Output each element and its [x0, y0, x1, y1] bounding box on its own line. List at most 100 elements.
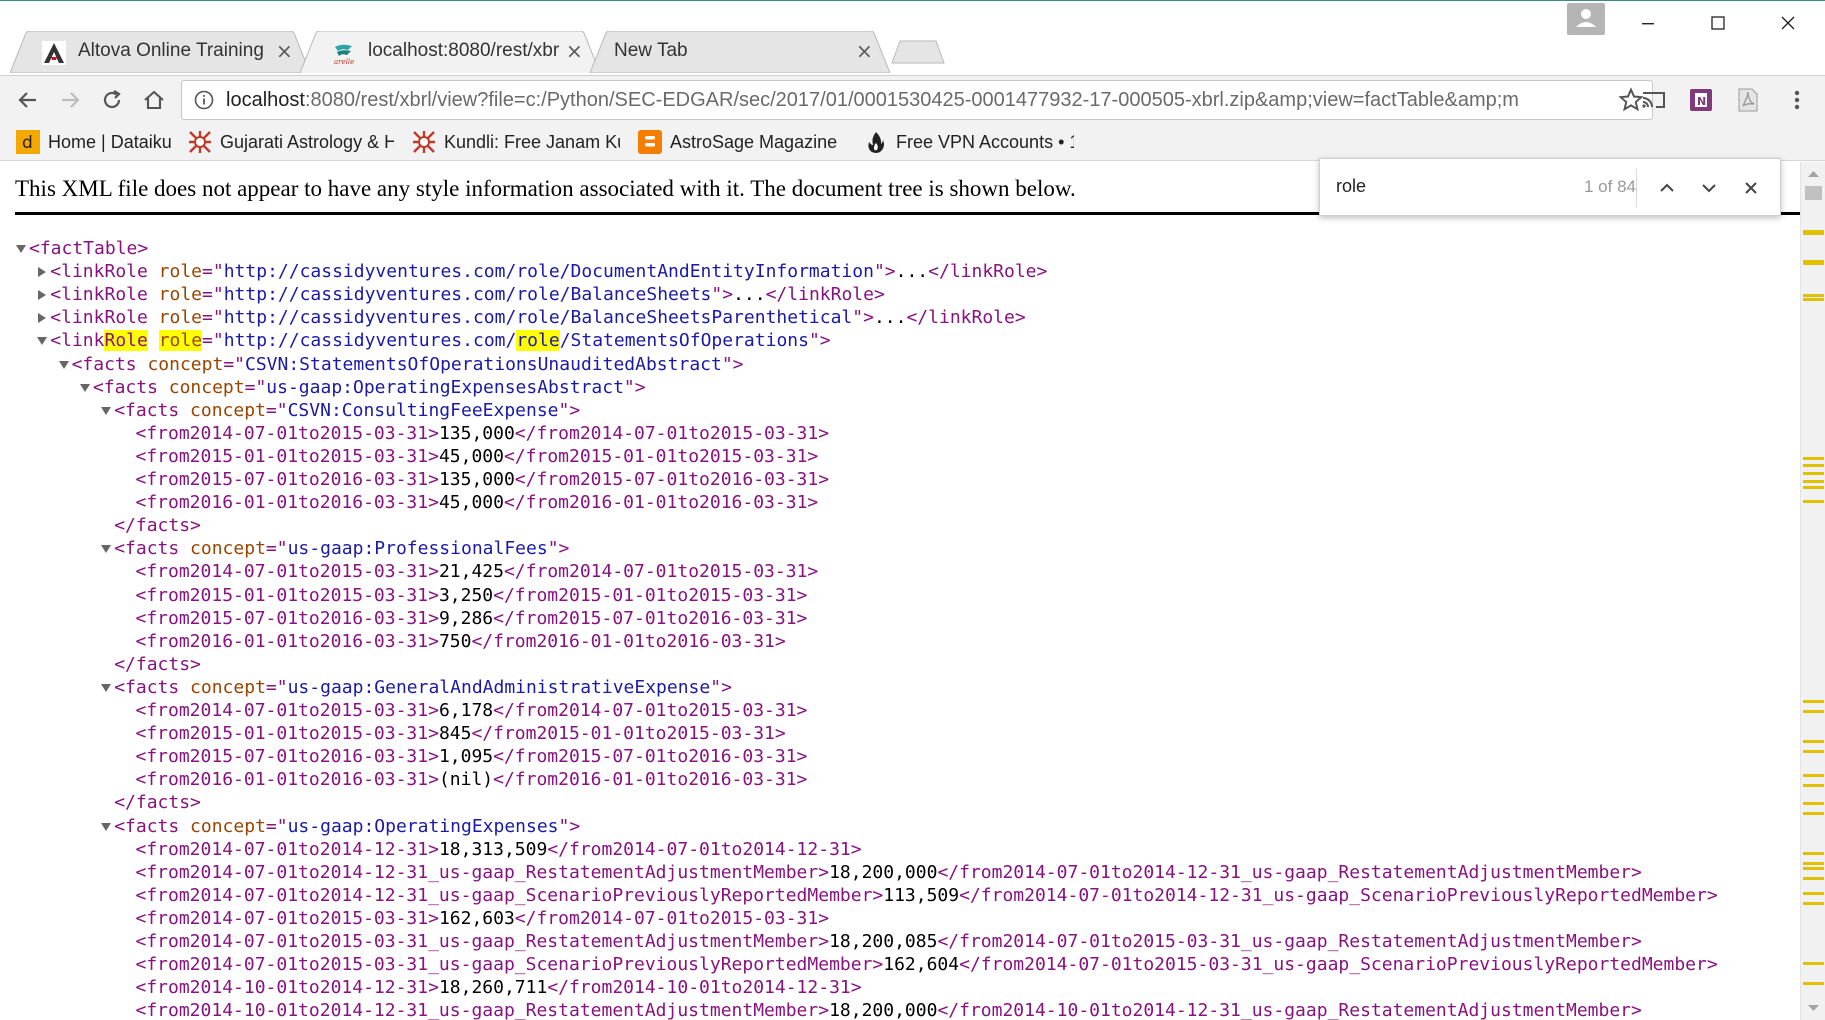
reload-button[interactable] — [96, 84, 128, 116]
new-tab-button[interactable] — [890, 39, 946, 65]
tag: "> — [711, 284, 734, 306]
find-close-button[interactable] — [1736, 173, 1766, 203]
vertical-scrollbar[interactable] — [1800, 162, 1825, 1020]
find-bar: role 1 of 84 — [1319, 158, 1781, 216]
find-result-marker — [1803, 862, 1824, 865]
tag: </from2014-07-01to2015-03-31> — [514, 422, 830, 444]
attr-value: CSVN:StatementsOfOperationsUnauditedAbst… — [245, 353, 722, 375]
find-result-marker — [1803, 262, 1824, 265]
minimize-button[interactable] — [1620, 5, 1676, 41]
attr-value: us-gaap:GeneralAndAdministrativeExpense — [287, 676, 711, 698]
tag: <from2016-01-01to2016-03-31> — [135, 630, 439, 652]
find-divider — [1636, 169, 1637, 207]
find-result-marker — [1803, 472, 1824, 475]
tab-localhost-active[interactable]: arelle localhost:8080/rest/xbrl/v × — [300, 31, 600, 73]
close-icon[interactable]: × — [856, 40, 873, 62]
tag: </from2014-07-01to2015-03-31_us-gaap_Res… — [937, 931, 1642, 952]
url-text[interactable]: localhost:8080/rest/xbrl/view?file=c:/Py… — [226, 89, 1591, 112]
tag: </from2014-10-01to2014-12-31_us-gaap_Res… — [937, 1000, 1642, 1020]
fact-value: 113,509 — [883, 884, 960, 906]
tag: =" — [202, 284, 224, 306]
close-icon[interactable]: × — [566, 40, 583, 62]
tag: </from2015-07-01to2016-03-31> — [514, 469, 830, 490]
find-result-marker — [1803, 812, 1824, 815]
expand-triangle-icon[interactable] — [35, 288, 49, 302]
reload-icon — [103, 90, 121, 109]
close-icon[interactable]: × — [276, 40, 293, 62]
tag: </from2015-01-01to2015-03-31> — [471, 723, 786, 745]
fact-value: 9,286 — [438, 607, 494, 629]
ellipsis: ... — [873, 307, 907, 329]
fact-value: 21,425 — [438, 561, 504, 583]
address-bar[interactable]: localhost:8080/rest/xbrl/view?file=c:/Py… — [181, 80, 1653, 120]
attr-value: http://cassidyventures.com/role/Document… — [223, 261, 874, 283]
collapse-triangle-icon[interactable] — [14, 242, 28, 256]
tag: </facts> — [114, 515, 201, 537]
tag: </from2016-01-01to2016-03-31> — [471, 630, 786, 652]
tag: =" — [202, 330, 224, 352]
tag: =" — [265, 815, 288, 837]
tag: </facts> — [114, 653, 201, 675]
scrollbar-thumb[interactable] — [1805, 186, 1822, 200]
maximize-button[interactable] — [1690, 5, 1746, 41]
attr-name: role — [158, 307, 203, 329]
tag: "> — [547, 538, 570, 560]
attr-value: CSVN:ConsultingFeeExpense — [287, 399, 559, 421]
bookmark-astrosage[interactable]: AstroSage Magazine: — [638, 127, 838, 157]
attr-value: us-gaap:OperatingExpensesAbstract — [266, 376, 624, 398]
tag: </from2016-01-01to2016-03-31> — [503, 492, 819, 514]
tag: <facts — [71, 353, 148, 375]
tag: =" — [265, 538, 288, 560]
menu-button[interactable] — [1780, 83, 1814, 117]
find-result-marker — [1803, 962, 1824, 965]
tag: </linkRole> — [906, 307, 1026, 329]
attr-value: /StatementsOfOperations — [559, 330, 809, 352]
collapse-triangle-icon[interactable] — [99, 681, 113, 695]
back-button[interactable] — [12, 84, 44, 116]
profile-button[interactable] — [1567, 3, 1605, 35]
collapse-triangle-icon[interactable] — [57, 358, 71, 372]
tag: <facts — [92, 376, 169, 398]
pdf-extension-button[interactable] — [1731, 83, 1765, 117]
collapse-triangle-icon[interactable] — [78, 381, 92, 395]
scroll-down-arrow-icon[interactable] — [1801, 998, 1825, 1018]
bookmark-kundli[interactable]: Kundli: Free Janam Ku — [412, 127, 620, 157]
collapse-triangle-icon[interactable] — [99, 404, 113, 418]
bookmark-free-vpn[interactable]: Free VPN Accounts • 1 — [864, 127, 1074, 157]
expand-triangle-icon[interactable] — [35, 265, 49, 279]
find-next-button[interactable] — [1694, 173, 1724, 203]
collapse-triangle-icon[interactable] — [99, 820, 113, 834]
tab-altova[interactable]: Altova Online Training ar × — [10, 31, 310, 73]
tag: <facts — [114, 538, 191, 560]
tag: <linkRole — [50, 284, 159, 306]
collapse-triangle-icon[interactable] — [35, 334, 49, 348]
home-button[interactable] — [138, 84, 170, 116]
tab-strip: Altova Online Training ar × arelle local… — [0, 0, 1825, 78]
tag: </from2014-07-01to2015-03-31> — [493, 700, 808, 721]
attr-name: concept — [147, 353, 224, 375]
attr-value: us-gaap:OperatingExpenses — [287, 815, 559, 837]
find-input[interactable]: role — [1336, 176, 1366, 197]
dataiku-icon: d — [16, 130, 40, 154]
tab-new-tab[interactable]: New Tab × — [590, 31, 890, 73]
find-result-marker — [1803, 294, 1824, 297]
close-window-button[interactable] — [1760, 5, 1816, 41]
bookmark-dataiku[interactable]: d Home | Dataiku — [16, 127, 176, 157]
tag: "> — [710, 676, 732, 698]
tag: <from2014-07-01to2015-03-31> — [135, 561, 439, 583]
tag: <from2014-07-01to2014-12-31> — [135, 838, 439, 860]
forward-button[interactable] — [54, 84, 86, 116]
collapse-triangle-icon[interactable] — [99, 542, 113, 556]
tag: </from2015-01-01to2015-03-31> — [493, 584, 808, 606]
cast-button[interactable] — [1637, 83, 1671, 117]
bookmark-gujarati-astrology[interactable]: Gujarati Astrology & H — [188, 127, 394, 157]
info-icon[interactable] — [194, 90, 214, 110]
find-result-marker — [1803, 480, 1824, 483]
onenote-extension-button[interactable]: N — [1684, 83, 1718, 117]
find-result-marker — [1803, 464, 1824, 467]
find-previous-button[interactable] — [1652, 173, 1682, 203]
scroll-up-arrow-icon[interactable] — [1801, 164, 1825, 184]
tag: <from2014-07-01to2015-03-31> — [135, 700, 439, 721]
fact-value: 18,313,509 — [438, 838, 548, 860]
expand-triangle-icon[interactable] — [35, 311, 49, 325]
